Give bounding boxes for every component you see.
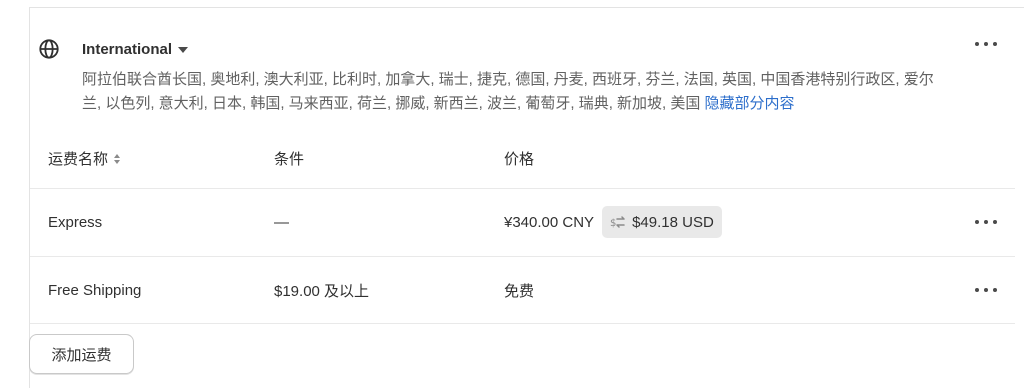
column-header-price: 价格 [504,151,535,168]
rate-name-header-label: 运费名称 [48,151,109,168]
add-rate-button[interactable]: 添加运费 [29,334,134,374]
rate-price-value: 免费 [504,282,535,300]
rate-more-actions-icon[interactable] [975,215,997,229]
rate-more-actions-icon[interactable] [975,283,997,297]
zone-more-actions-icon[interactable] [975,37,997,51]
rate-name: Free Shipping [48,281,142,299]
currency-exchange-icon: $ [610,216,625,228]
countries-text: 阿拉伯联合酋长国, 奥地利, 澳大利亚, 比利时, 加拿大, 瑞士, 捷克, 德… [82,71,934,112]
zone-countries-list: 阿拉伯联合酋长国, 奥地利, 澳大利亚, 比利时, 加拿大, 瑞士, 捷克, 德… [82,68,952,116]
rate-price: ¥340.00 CNY $ $49.18 USD [504,189,722,255]
svg-text:$: $ [610,218,616,228]
zone-title-dropdown[interactable]: International [82,41,189,58]
column-header-rate-name[interactable]: 运费名称 [48,148,121,169]
globe-icon [39,39,59,59]
converted-price-value: $49.18 USD [632,213,714,231]
sort-icon [114,154,121,164]
rate-name: Express [48,213,103,231]
converted-price-badge: $ $49.18 USD [602,206,722,238]
rate-price-value: ¥340.00 CNY [504,213,595,231]
column-header-condition: 条件 [274,151,305,168]
zone-title: International [82,41,173,58]
rate-price: 免费 [504,257,534,323]
hide-details-link[interactable]: 隐藏部分内容 [705,95,795,112]
table-row: Express — ¥340.00 CNY $ $49.18 USD [30,189,1015,255]
table-row: Free Shipping $19.00 及以上 免费 [30,257,1015,323]
caret-down-icon [178,47,189,53]
row-divider [30,323,1015,324]
rate-condition: — [274,213,289,231]
rate-condition: $19.00 及以上 [274,282,370,300]
